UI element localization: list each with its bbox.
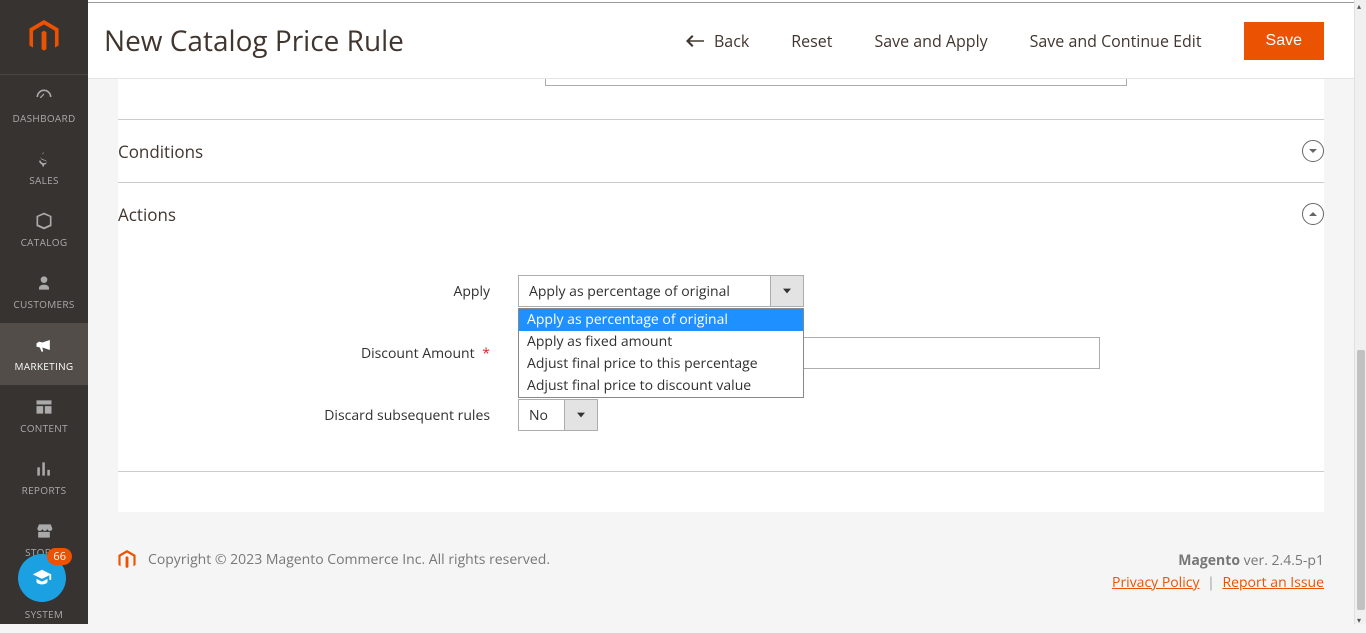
discount-amount-label: Discount Amount * (118, 344, 518, 363)
apply-option[interactable]: Apply as fixed amount (519, 331, 803, 353)
back-button[interactable]: Back (686, 30, 749, 52)
footer-brand: Magento (1178, 551, 1240, 570)
discard-label: Discard subsequent rules (118, 406, 518, 425)
chevron-up-icon (1308, 209, 1318, 219)
nav-reports[interactable]: REPORTS (0, 447, 88, 509)
privacy-policy-link[interactable]: Privacy Policy (1112, 573, 1199, 592)
admin-sidebar: DASHBOARD SALES CATALOG CUSTOMERS MARKET… (0, 0, 88, 624)
arrow-left-icon (686, 34, 704, 48)
caret-down-icon (577, 411, 585, 419)
scroll-thumb[interactable] (1357, 350, 1365, 610)
back-label: Back (714, 30, 749, 52)
nav-content[interactable]: CONTENT (0, 385, 88, 447)
caret-down-icon (783, 287, 791, 295)
nav-customers[interactable]: CUSTOMERS (0, 261, 88, 323)
section-actions[interactable]: Actions (118, 182, 1324, 245)
vertical-scrollbar[interactable]: ▴ ▾ (1354, 0, 1366, 624)
box-icon (34, 211, 54, 231)
collapse-toggle[interactable] (1302, 203, 1324, 225)
dropdown-button[interactable] (564, 400, 597, 430)
apply-dropdown-list: Apply as percentage of original Apply as… (518, 308, 804, 398)
footer-version: ver. 2.4.5-p1 (1240, 551, 1324, 570)
reset-button[interactable]: Reset (791, 30, 832, 52)
discard-select[interactable]: No (518, 399, 598, 431)
nav-label: REPORTS (22, 483, 67, 497)
nav-label: CATALOG (21, 235, 68, 249)
section-title: Actions (118, 203, 176, 226)
chevron-down-icon (1308, 146, 1318, 156)
bars-icon (34, 459, 54, 479)
nav-dashboard[interactable]: DASHBOARD (0, 75, 88, 137)
nav-sales[interactable]: SALES (0, 137, 88, 199)
save-and-continue-button[interactable]: Save and Continue Edit (1030, 30, 1202, 52)
section-conditions[interactable]: Conditions (118, 119, 1324, 182)
person-icon (34, 273, 54, 293)
save-and-apply-button[interactable]: Save and Apply (874, 30, 987, 52)
store-icon (34, 521, 54, 541)
scroll-up-arrow[interactable]: ▴ (1357, 1, 1365, 9)
page-title: New Catalog Price Rule (104, 22, 404, 60)
discount-label-text: Discount Amount (361, 344, 475, 363)
magento-logo[interactable] (0, 0, 88, 75)
page-footer: Copyright © 2023 Magento Commerce Inc. A… (118, 550, 1324, 594)
help-bubble[interactable]: 66 (18, 554, 66, 602)
page-header: New Catalog Price Rule Back Reset Save a… (88, 3, 1354, 79)
layout-icon (34, 397, 54, 417)
magento-small-icon (118, 550, 136, 575)
separator: | (1207, 573, 1215, 592)
discard-value: No (519, 400, 564, 430)
graduation-cap-icon (31, 567, 53, 589)
copyright-text: Copyright © 2023 Magento Commerce Inc. A… (148, 550, 550, 569)
dashboard-icon (34, 87, 54, 107)
apply-select[interactable]: Apply as percentage of original (518, 275, 804, 307)
apply-option[interactable]: Adjust final price to this percentage (519, 353, 803, 375)
dropdown-button[interactable] (770, 276, 803, 306)
scroll-down-arrow[interactable]: ▾ (1357, 615, 1365, 623)
nav-label: MARKETING (15, 359, 74, 373)
collapse-toggle[interactable] (1302, 140, 1324, 162)
row-discard-subsequent: Discard subsequent rules No (118, 399, 1324, 431)
apply-value: Apply as percentage of original (519, 276, 770, 306)
nav-label: SYSTEM (25, 607, 63, 621)
save-button[interactable]: Save (1244, 22, 1324, 60)
nav-label: CONTENT (20, 421, 68, 435)
help-badge: 66 (47, 548, 72, 565)
content-area: Conditions Actions Apply Apply as percen… (88, 79, 1354, 624)
nav-label: SALES (29, 173, 59, 187)
magento-icon (29, 20, 59, 54)
dollar-icon (34, 149, 54, 169)
apply-option[interactable]: Apply as percentage of original (519, 309, 803, 331)
required-asterisk: * (482, 344, 490, 363)
nav-catalog[interactable]: CATALOG (0, 199, 88, 261)
section-title: Conditions (118, 140, 203, 163)
actions-body: Apply Apply as percentage of original Ap… (118, 245, 1324, 472)
nav-label: DASHBOARD (12, 111, 75, 125)
row-apply: Apply Apply as percentage of original Ap… (118, 275, 1324, 307)
nav-label: CUSTOMERS (13, 297, 74, 311)
apply-label: Apply (118, 282, 518, 301)
apply-option[interactable]: Adjust final price to discount value (519, 375, 803, 397)
nav-marketing[interactable]: MARKETING (0, 323, 88, 385)
form-area: Conditions Actions Apply Apply as percen… (118, 79, 1324, 512)
megaphone-icon (34, 335, 54, 355)
report-issue-link[interactable]: Report an Issue (1222, 573, 1324, 592)
